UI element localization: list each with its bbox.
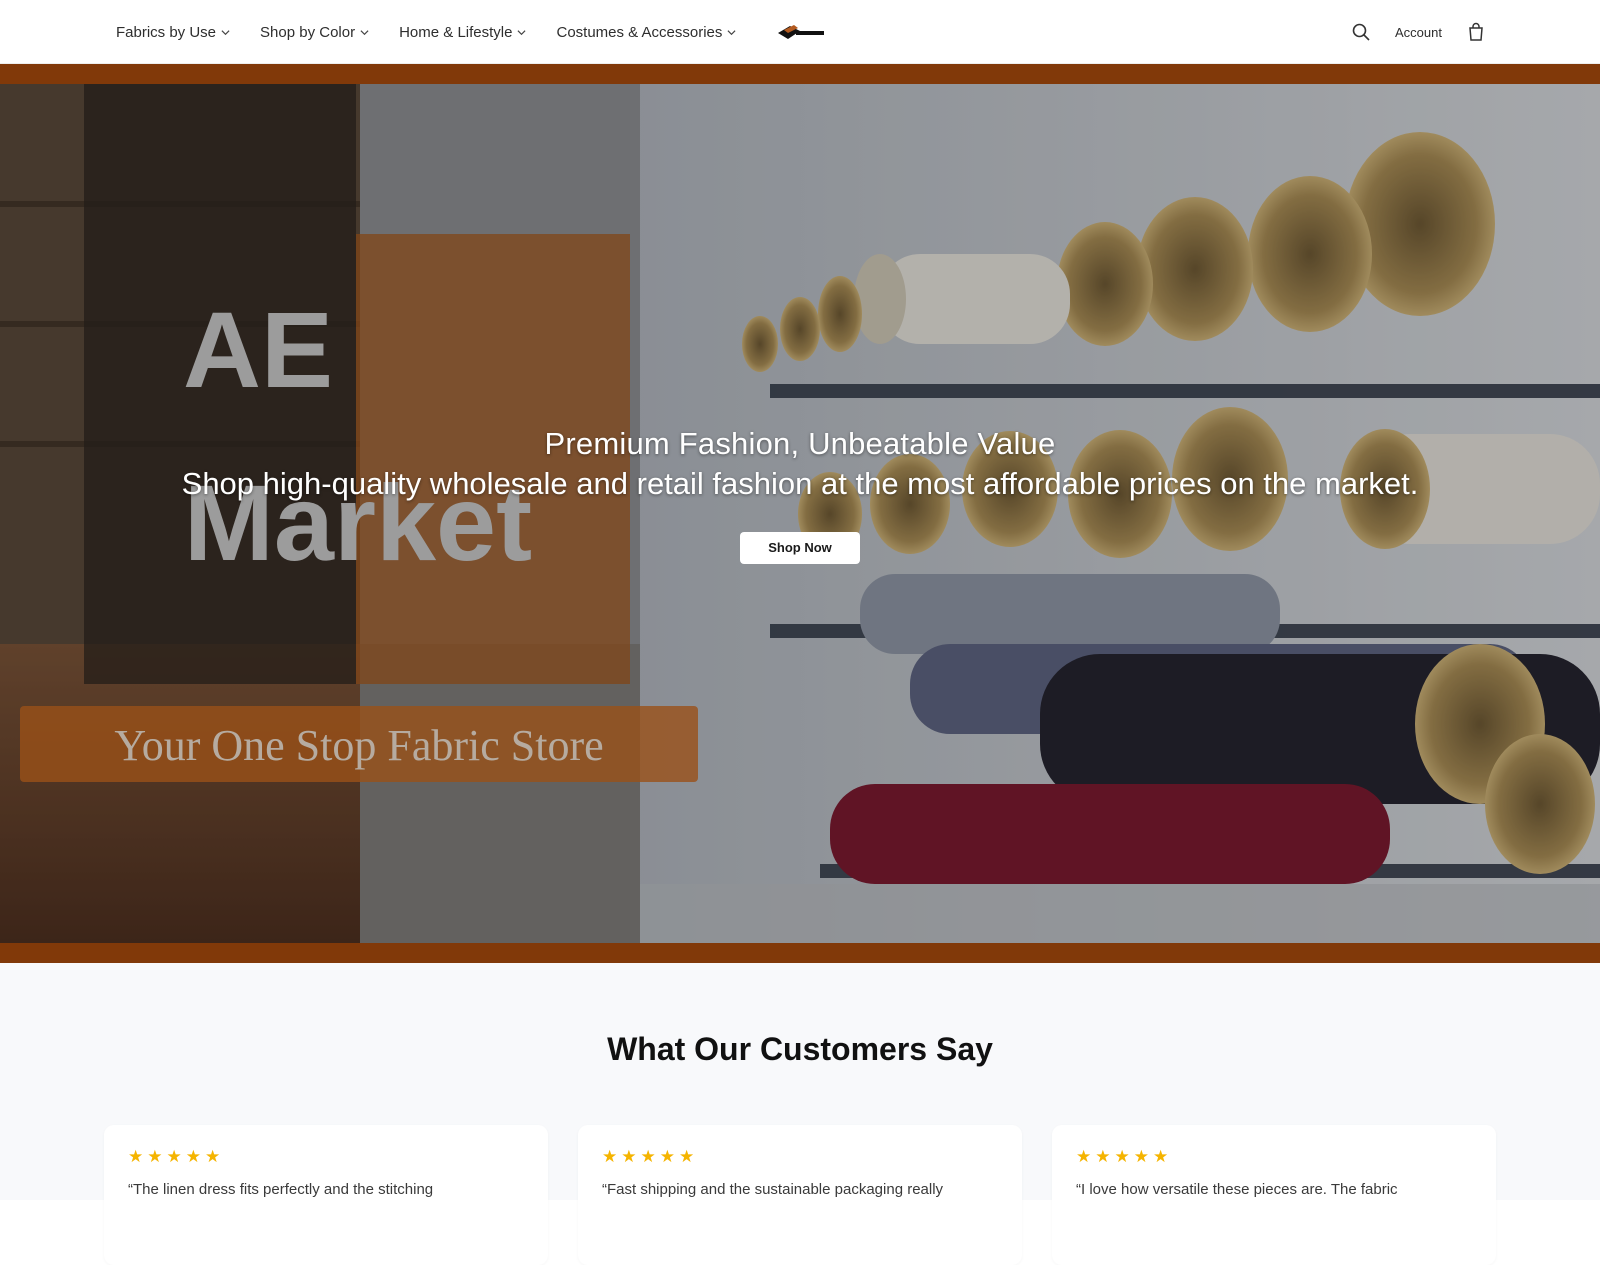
star-rating: ★★★★★ — [128, 1147, 225, 1166]
testimonial-quote: “I love how versatile these pieces are. … — [1076, 1181, 1398, 1198]
shopping-bag-icon[interactable] — [1466, 22, 1486, 42]
nav-label: Shop by Color — [260, 23, 356, 41]
section-title: What Our Customers Say — [607, 1031, 993, 1067]
nav-label: Costumes & Accessories — [556, 23, 723, 41]
nav-fabrics-by-use[interactable]: Fabrics by Use — [116, 24, 230, 41]
testimonial-cards: ★★★★★ “The linen dress fits perfectly an… — [104, 1125, 1496, 1265]
testimonial-card: ★★★★★ “I love how versatile these pieces… — [1052, 1125, 1496, 1265]
ae-market-logo[interactable] — [776, 22, 826, 42]
hero-subtitle: Shop high-quality wholesale and retail f… — [181, 466, 1419, 501]
star-rating: ★★★★★ — [1076, 1147, 1173, 1166]
account-link[interactable]: Account — [1395, 25, 1442, 40]
testimonial-quote: “The linen dress fits perfectly and the … — [128, 1181, 434, 1198]
chevron-down-icon — [517, 29, 526, 35]
search-icon[interactable] — [1351, 22, 1371, 42]
star-rating: ★★★★★ — [602, 1147, 699, 1166]
testimonial-card: ★★★★★ “The linen dress fits perfectly an… — [104, 1125, 548, 1265]
nav-costumes-accessories[interactable]: Costumes & Accessories — [556, 24, 736, 41]
chevron-down-icon — [221, 29, 230, 35]
chevron-down-icon — [727, 29, 736, 35]
testimonial-card: ★★★★★ “Fast shipping and the sustainable… — [578, 1125, 1022, 1265]
chevron-down-icon — [360, 29, 369, 35]
nav-shop-by-color[interactable]: Shop by Color — [260, 24, 369, 41]
testimonial-quote: “Fast shipping and the sustainable packa… — [602, 1181, 944, 1198]
hero-title: Premium Fashion, Unbeatable Value — [544, 426, 1056, 461]
header-utilities: Account — [1351, 0, 1486, 64]
hero-banner: AE Market Your One Stop Fabric Store Pre… — [0, 64, 1600, 963]
nav-home-lifestyle[interactable]: Home & Lifestyle — [399, 24, 526, 41]
nav-label: Fabrics by Use — [116, 23, 217, 41]
hero-content: Premium Fashion, Unbeatable Value Shop h… — [0, 424, 1600, 564]
site-header: Fabrics by Use Shop by Color Home & Life… — [0, 0, 1600, 64]
main-nav: Fabrics by Use Shop by Color Home & Life… — [116, 0, 766, 64]
testimonials-section: What Our Customers Say ★★★★★ “The linen … — [0, 963, 1600, 1265]
nav-label: Home & Lifestyle — [399, 23, 513, 41]
shop-now-button[interactable]: Shop Now — [740, 532, 860, 564]
